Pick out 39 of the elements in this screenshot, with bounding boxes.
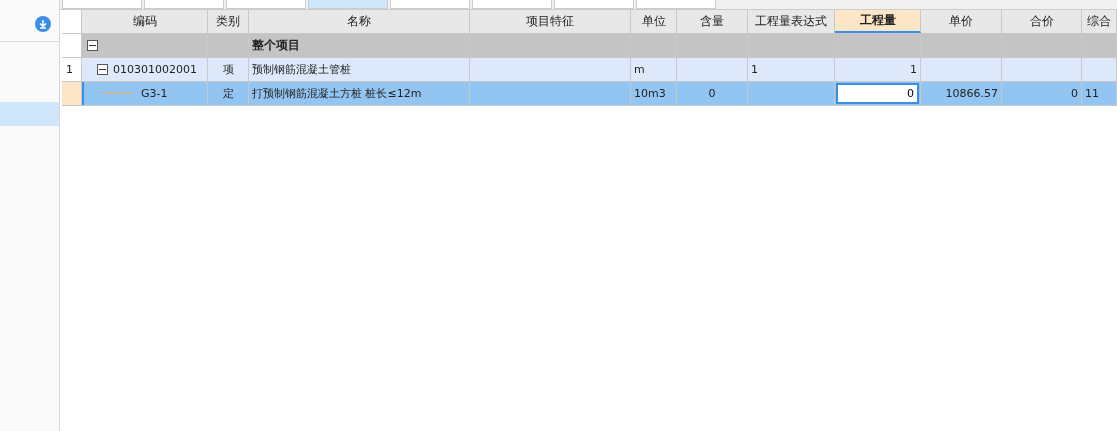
download-icon[interactable]: [35, 16, 51, 32]
table-cell: 10866.57: [945, 87, 998, 100]
column-header[interactable]: 单价: [921, 10, 1002, 33]
table-cell: 11: [1085, 87, 1099, 100]
column-header[interactable]: 含量: [677, 10, 748, 33]
table-cell: 预制钢筋混凝土管桩: [252, 62, 351, 77]
column-header[interactable]: 工程量: [835, 10, 921, 33]
table-cell: 整个项目: [252, 37, 300, 54]
column-header[interactable]: 单位: [631, 10, 677, 33]
sidebar-item[interactable]: [0, 102, 59, 126]
table-cell: 1: [751, 63, 758, 76]
table-cell: 项: [222, 62, 234, 77]
table-cell: 0: [1071, 87, 1078, 100]
column-header[interactable]: 名称: [249, 10, 470, 33]
column-header[interactable]: 综合: [1082, 10, 1117, 33]
table-cell: 10m3: [634, 87, 666, 100]
collapse-toggle[interactable]: [87, 40, 98, 51]
column-header[interactable]: 编码: [82, 10, 208, 33]
row-number: 1: [62, 58, 82, 81]
tab[interactable]: [226, 0, 306, 9]
table-cell: G3-1: [141, 87, 168, 100]
tab[interactable]: [144, 0, 224, 9]
column-header[interactable]: 合价: [1002, 10, 1082, 33]
table-cell: 打预制钢筋混凝土方桩 桩长≤12m: [252, 86, 422, 101]
tab[interactable]: [472, 0, 552, 9]
tab[interactable]: [62, 0, 142, 9]
table-cell: 010301002001: [113, 63, 197, 76]
collapse-toggle[interactable]: [97, 64, 108, 75]
table-cell: 0: [708, 87, 716, 100]
tab[interactable]: [554, 0, 634, 9]
input-field[interactable]: 0: [836, 83, 919, 104]
table-cell: 1: [910, 63, 917, 76]
tab[interactable]: [308, 0, 388, 9]
table-cell: 定: [222, 86, 234, 101]
tab[interactable]: [636, 0, 716, 9]
table-cell: m: [634, 63, 645, 76]
column-header[interactable]: 类别: [208, 10, 249, 33]
tab[interactable]: [390, 0, 470, 9]
column-header[interactable]: 项目特征: [470, 10, 631, 33]
